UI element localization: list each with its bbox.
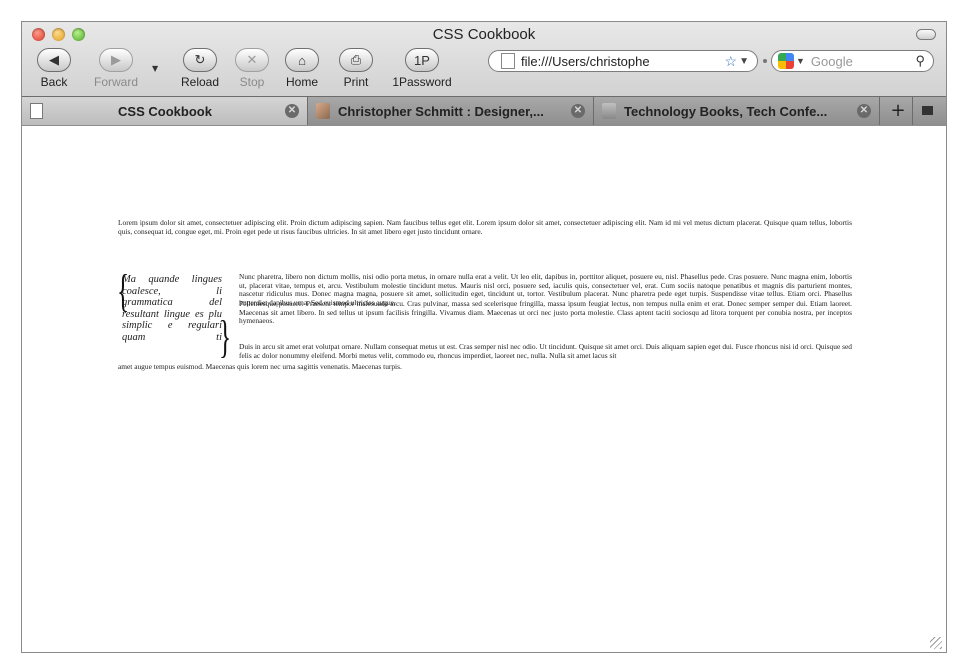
forward-arrow-icon: ▶: [99, 48, 133, 72]
new-tab-icon[interactable]: +: [884, 97, 913, 125]
photo-favicon-icon: [316, 103, 330, 119]
toolbar: ◀ Back ▶ Forward ▼ ↻ Reload ✕ Stop ⌂ Hom…: [22, 48, 946, 94]
url-dropdown-icon[interactable]: ▼: [739, 56, 749, 67]
right-curly-brace-icon: }: [218, 311, 232, 362]
search-bar[interactable]: ▼ Google ⚲: [771, 50, 934, 72]
home-label: Home: [285, 75, 318, 89]
close-tab-icon[interactable]: ✕: [285, 104, 299, 118]
address-bar[interactable]: file:///Users/christophe ☆ ▼: [488, 50, 758, 72]
url-text[interactable]: file:///Users/christophe: [521, 54, 725, 69]
stop-icon: ✕: [235, 48, 269, 72]
browser-chrome: CSS Cookbook ◀ Back ▶ Forward ▼ ↻ Reload…: [22, 22, 946, 126]
body-paragraph-pellentesque: Pellentesque posuere. Praesent tempor ma…: [239, 299, 852, 326]
search-icon[interactable]: ⚲: [915, 53, 925, 69]
home-icon: ⌂: [285, 48, 319, 72]
history-dropdown-icon[interactable]: ▼: [152, 64, 158, 73]
print-label: Print: [343, 75, 369, 89]
forward-button[interactable]: ▶ Forward: [86, 48, 146, 89]
back-arrow-icon: ◀: [37, 48, 71, 72]
1password-button[interactable]: 1P 1Password: [392, 48, 452, 89]
forward-label: Forward: [93, 75, 138, 89]
print-button[interactable]: ⎙ Print: [326, 48, 386, 89]
home-button[interactable]: ⌂ Home: [272, 48, 332, 89]
tab-css-cookbook[interactable]: CSS Cookbook ✕: [22, 97, 308, 125]
printer-icon: ⎙: [339, 48, 373, 72]
tab-list-icon[interactable]: [918, 101, 938, 121]
page-content: Lorem ipsum dolor sit amet, consectetuer…: [22, 126, 946, 652]
body-paragraph-tail: amet augue tempus euismod. Maecenas quis…: [118, 362, 402, 371]
tab-christopher-schmitt[interactable]: Christopher Schmitt : Designer,... ✕: [308, 97, 594, 125]
tab-technology-books[interactable]: Technology Books, Tech Confe... ✕: [594, 97, 880, 125]
reload-label: Reload: [180, 75, 220, 89]
toolbar-toggle-button[interactable]: [916, 29, 936, 40]
1password-label: 1Password: [392, 75, 452, 89]
close-tab-icon[interactable]: ✕: [857, 104, 871, 118]
tab-bar: CSS Cookbook ✕ Christopher Schmitt : Des…: [22, 96, 946, 126]
tab-label: Christopher Schmitt : Designer,...: [338, 103, 544, 119]
bookmark-star-icon[interactable]: ☆: [725, 53, 738, 70]
reload-icon: ↻: [183, 48, 217, 72]
page-icon: [501, 53, 515, 69]
back-label: Back: [40, 75, 68, 89]
books-favicon-icon: [602, 103, 616, 119]
intro-paragraph: Lorem ipsum dolor sit amet, consectetuer…: [118, 218, 852, 236]
tab-label: CSS Cookbook: [118, 103, 212, 119]
resize-grip-icon[interactable]: [930, 637, 942, 649]
tab-label: Technology Books, Tech Confe...: [624, 103, 828, 119]
pull-quote: Ma quande lingues coalesce, li grammatic…: [122, 274, 222, 343]
window-title: CSS Cookbook: [432, 26, 536, 43]
1password-icon: 1P: [405, 48, 439, 72]
back-button[interactable]: ◀ Back: [24, 48, 84, 89]
reload-button[interactable]: ↻ Reload: [170, 48, 230, 89]
toolbar-separator: [763, 59, 767, 63]
close-tab-icon[interactable]: ✕: [571, 104, 585, 118]
document-icon: [30, 103, 43, 119]
browser-window: CSS Cookbook ◀ Back ▶ Forward ▼ ↻ Reload…: [21, 21, 947, 653]
body-paragraph-duis: Duis in arcu sit amet erat volutpat orna…: [239, 342, 852, 360]
search-placeholder: Google: [810, 53, 853, 69]
google-engine-icon[interactable]: [778, 53, 794, 69]
engine-dropdown-icon[interactable]: ▼: [796, 56, 805, 66]
